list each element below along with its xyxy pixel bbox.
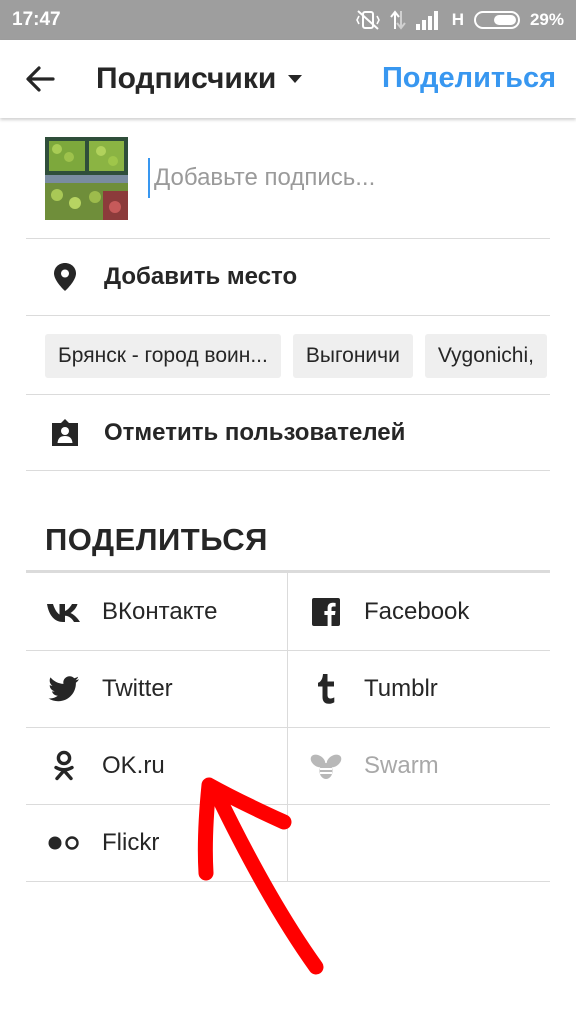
add-location-row[interactable]: Добавить место <box>26 239 550 316</box>
share-flickr-option[interactable]: Flickr <box>26 804 287 881</box>
photo-thumbnail <box>45 137 128 220</box>
facebook-icon <box>312 597 340 626</box>
vk-icon <box>47 603 80 622</box>
swarm-icon <box>310 754 342 779</box>
share-button[interactable]: Поделиться <box>382 62 556 95</box>
share-tumblr-option[interactable]: Tumblr <box>288 650 550 727</box>
tag-user-icon <box>52 418 78 446</box>
share-facebook-option[interactable]: Facebook <box>288 573 550 650</box>
signal-icon <box>415 11 438 30</box>
share-twitter-option[interactable]: Twitter <box>26 650 287 727</box>
data-transfer-icon <box>389 10 406 30</box>
tumblr-icon <box>318 673 335 704</box>
share-option-label: Swarm <box>364 751 439 779</box>
toggle-icon <box>473 11 520 29</box>
share-ok-option[interactable]: OK.ru <box>26 727 287 804</box>
share-option-label: Tumblr <box>364 674 438 702</box>
status-time: 17:47 <box>12 9 61 30</box>
flickr-icon <box>48 835 79 850</box>
battery-level: 29% <box>529 10 564 29</box>
back-button[interactable] <box>0 40 80 118</box>
tag-people-label: Отметить пользователей <box>104 418 406 446</box>
grid-divider <box>26 881 550 882</box>
share-section-title: ПОДЕЛИТЬСЯ <box>45 522 268 557</box>
share-option-label: Facebook <box>364 597 470 625</box>
network-type: H <box>451 10 464 29</box>
status-bar: 17:47 H 29% <box>0 0 576 40</box>
caption-section <box>26 118 550 239</box>
ok-icon <box>54 750 74 780</box>
tag-people-row[interactable]: Отметить пользователей <box>26 395 550 471</box>
location-chip[interactable]: Vygonichi, <box>424 334 547 378</box>
share-vk-option[interactable]: ВКонтакте <box>26 573 287 650</box>
arrow-left-icon <box>26 66 55 92</box>
caption-input[interactable] <box>148 158 538 198</box>
add-location-label: Добавить место <box>104 263 298 290</box>
page-title: Подписчики <box>96 62 277 95</box>
status-icons: H 29% <box>355 9 564 31</box>
share-option-label: Twitter <box>102 674 173 702</box>
twitter-icon <box>48 675 79 701</box>
vibrate-off-icon <box>355 10 380 30</box>
audience-dropdown[interactable]: Подписчики <box>96 62 303 96</box>
share-swarm-option[interactable]: Swarm <box>288 727 550 804</box>
location-chip[interactable]: Брянск - город воин... <box>45 334 281 378</box>
location-chip[interactable]: Выгоничи <box>292 334 413 378</box>
share-option-label: OK.ru <box>102 751 165 779</box>
app-bar: Подписчики Поделиться <box>0 40 576 118</box>
location-pin-icon <box>54 263 76 291</box>
location-suggestions: Брянск - город воин... Выгоничи Vygonich… <box>45 334 576 378</box>
caret-down-icon <box>288 75 303 83</box>
share-option-label: ВКонтакте <box>102 597 218 625</box>
share-option-label: Flickr <box>102 828 160 856</box>
